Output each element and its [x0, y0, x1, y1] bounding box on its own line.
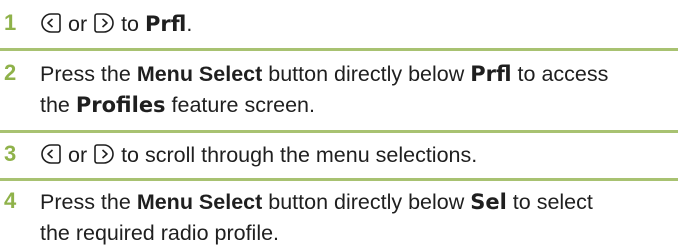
- text-run: feature screen.: [171, 93, 315, 117]
- step-number: 4: [4, 188, 17, 213]
- or-text: or: [67, 12, 88, 36]
- or-text: or: [67, 143, 88, 167]
- step-text: Press the Menu Select button directly be…: [40, 59, 674, 121]
- text-run: Press the: [40, 190, 131, 214]
- to-text: to: [121, 12, 140, 36]
- divider: [0, 178, 678, 181]
- left-nav-button-icon: [40, 143, 62, 165]
- display-text-prfl: Prfl: [470, 62, 512, 86]
- right-nav-button-icon: [93, 143, 115, 165]
- right-nav-button-icon: [93, 12, 115, 34]
- step-text: Press the Menu Select button directly be…: [40, 187, 674, 249]
- step-line-1: Press the Menu Select button directly be…: [40, 187, 674, 218]
- menu-select-label: Menu Select: [136, 62, 263, 86]
- menu-select-label: Menu Select: [136, 190, 263, 214]
- step-number: 3: [4, 141, 17, 166]
- text-run: the required radio profile.: [40, 221, 280, 245]
- step-text: or to scroll through the menu selections…: [40, 140, 674, 171]
- display-text-prfl: Prfl: [145, 12, 187, 36]
- step-line-2: the required radio profile.: [40, 218, 674, 249]
- text-run: to access: [517, 62, 609, 86]
- left-nav-button-icon: [40, 12, 62, 34]
- step-number: 2: [4, 60, 17, 85]
- divider: [0, 130, 678, 133]
- period: .: [186, 12, 193, 36]
- step-text: or to Prfl.: [40, 9, 674, 40]
- text-run: button directly below: [268, 62, 465, 86]
- step-line-2: the Profiles feature screen.: [40, 90, 674, 121]
- display-text-profiles: Profiles: [75, 93, 166, 117]
- step-number: 1: [4, 10, 17, 35]
- text-run: button directly below: [268, 190, 465, 214]
- text-run: Press the: [40, 62, 131, 86]
- text-run: to select: [512, 190, 593, 214]
- display-text-sel: Sel: [470, 190, 507, 214]
- text-run: the: [40, 93, 70, 117]
- step-instruction: to scroll through the menu selections.: [121, 143, 478, 167]
- divider: [0, 48, 678, 51]
- step-line-1: Press the Menu Select button directly be…: [40, 59, 674, 90]
